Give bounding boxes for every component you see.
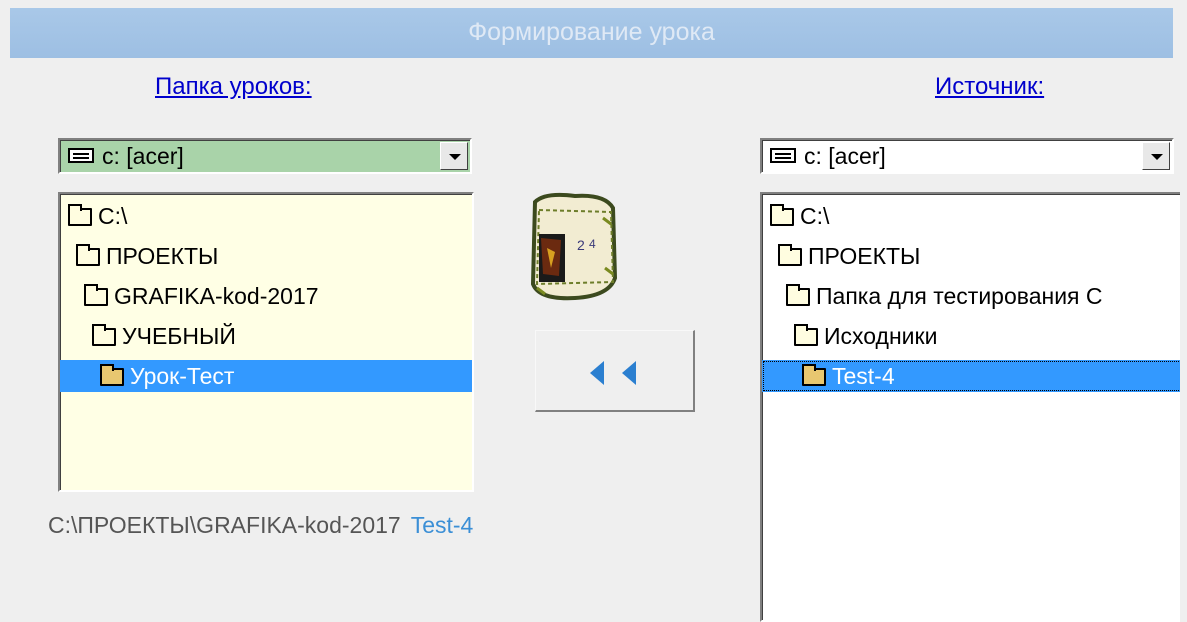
right-drive-value: c: [acer] <box>804 143 886 169</box>
right-drive-select[interactable]: c: [acer] <box>760 138 1174 174</box>
folder-icon <box>84 284 108 306</box>
lesson-image-icon[interactable]: 2 4 <box>525 188 619 306</box>
right-tree-item[interactable]: C:\ <box>762 200 1180 232</box>
left-tree-item[interactable]: ПРОЕКТЫ <box>60 240 472 272</box>
selected-source-name: Test-4 <box>410 512 474 538</box>
left-tree-item-selected[interactable]: Урок-Тест <box>60 360 472 392</box>
folder-icon <box>68 204 92 226</box>
folder-icon <box>770 204 794 226</box>
right-tree-item[interactable]: Исходники <box>762 320 1180 352</box>
drive-icon <box>770 148 796 163</box>
drive-icon <box>68 148 94 163</box>
left-folder-tree[interactable]: C:\ ПРОЕКТЫ GRAFIKA-kod-2017 УЧЕБНЫЙ Уро… <box>58 192 474 492</box>
folder-icon <box>778 244 802 266</box>
left-drive-select[interactable]: c: [acer] <box>58 138 472 174</box>
window-title: Формирование урока <box>10 8 1173 58</box>
open-folder-icon <box>802 364 826 386</box>
right-folder-tree[interactable]: C:\ ПРОЕКТЫ Папка для тестирования С Исх… <box>760 192 1180 622</box>
svg-text:2: 2 <box>577 237 585 253</box>
open-folder-icon <box>100 364 124 386</box>
current-path: C:\ПРОЕКТЫ\GRAFIKA-kod-2017 <box>48 512 401 538</box>
source-link[interactable]: Источник: <box>935 73 1044 101</box>
current-path-status: C:\ПРОЕКТЫ\GRAFIKA-kod-2017 Test-4 <box>48 512 473 539</box>
left-drive-value: c: [acer] <box>102 143 184 169</box>
left-tree-item[interactable]: GRAFIKA-kod-2017 <box>60 280 472 312</box>
left-tree-item[interactable]: C:\ <box>60 200 472 232</box>
right-tree-item[interactable]: Папка для тестирования С <box>762 280 1180 312</box>
folder-icon <box>76 244 100 266</box>
right-tree-item[interactable]: ПРОЕКТЫ <box>762 240 1180 272</box>
copy-to-lessons-button[interactable] <box>535 330 695 412</box>
left-dropdown-arrow-icon[interactable] <box>440 142 468 170</box>
right-tree-item-selected[interactable]: Test-4 <box>762 360 1180 392</box>
folder-icon <box>92 324 116 346</box>
lessons-folder-link[interactable]: Папка уроков: <box>155 73 312 101</box>
left-tree-item[interactable]: УЧЕБНЫЙ <box>60 320 472 352</box>
folder-icon <box>794 324 818 346</box>
folder-icon <box>786 284 810 306</box>
right-dropdown-arrow-icon[interactable] <box>1142 142 1170 170</box>
double-left-arrow-icon <box>590 361 604 385</box>
svg-text:4: 4 <box>589 237 596 251</box>
double-left-arrow-icon <box>622 361 636 385</box>
